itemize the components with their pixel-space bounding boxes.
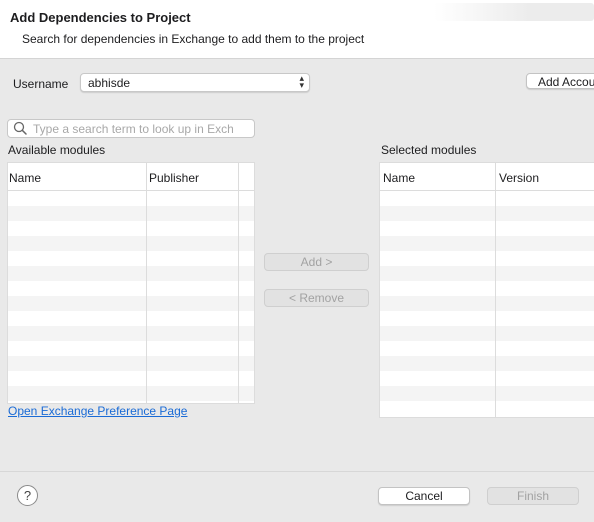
add-account-button[interactable]: Add Accou xyxy=(526,73,594,89)
table-row xyxy=(8,206,254,221)
table-row xyxy=(8,311,254,326)
username-value: abhisde xyxy=(88,76,131,90)
selected-modules-label: Selected modules xyxy=(381,143,477,157)
available-table-header: Name Publisher xyxy=(8,163,254,191)
table-row xyxy=(380,236,594,251)
table-row xyxy=(380,296,594,311)
table-row xyxy=(8,356,254,371)
available-rows xyxy=(8,191,254,401)
search-icon xyxy=(13,121,27,138)
table-row xyxy=(380,386,594,401)
table-row xyxy=(380,341,594,356)
remove-module-button[interactable]: < Remove xyxy=(264,289,369,307)
table-row xyxy=(8,371,254,386)
table-row xyxy=(380,191,594,206)
help-icon[interactable]: ? xyxy=(17,485,38,506)
table-row xyxy=(8,296,254,311)
column-divider xyxy=(238,163,239,403)
table-row xyxy=(380,221,594,236)
dialog-header: Add Dependencies to Project Search for d… xyxy=(0,0,594,59)
cancel-button[interactable]: Cancel xyxy=(378,487,470,505)
table-row xyxy=(380,251,594,266)
search-placeholder: Type a search term to look up in Excha xyxy=(33,122,233,136)
header-decoration xyxy=(434,3,594,21)
table-row xyxy=(8,236,254,251)
username-select[interactable]: abhisde ▴ ▾ xyxy=(80,73,310,92)
dialog-description: Search for dependencies in Exchange to a… xyxy=(22,32,365,46)
table-row xyxy=(380,326,594,341)
select-arrows-icon: ▴ ▾ xyxy=(299,73,304,90)
username-label: Username xyxy=(13,77,69,91)
dialog-title: Add Dependencies to Project xyxy=(10,10,191,25)
table-row xyxy=(8,386,254,401)
search-input[interactable]: Type a search term to look up in Excha xyxy=(7,119,255,138)
available-modules-label: Available modules xyxy=(8,143,106,157)
table-row xyxy=(8,191,254,206)
footer-separator xyxy=(0,471,594,472)
finish-button[interactable]: Finish xyxy=(487,487,579,505)
available-modules-table[interactable]: Name Publisher xyxy=(7,162,255,404)
selected-modules-table[interactable]: Name Version xyxy=(379,162,594,418)
table-row xyxy=(8,251,254,266)
table-row xyxy=(8,221,254,236)
open-exchange-preference-link[interactable]: Open Exchange Preference Page xyxy=(8,404,187,418)
table-row xyxy=(380,311,594,326)
selected-rows xyxy=(380,191,594,416)
selected-table-header: Name Version xyxy=(380,163,594,191)
table-row xyxy=(8,341,254,356)
table-row xyxy=(380,281,594,296)
column-divider xyxy=(495,163,496,417)
column-header-name[interactable]: Name xyxy=(383,171,415,185)
table-row xyxy=(8,326,254,341)
column-header-publisher[interactable]: Publisher xyxy=(149,171,199,185)
column-divider xyxy=(146,163,147,403)
table-row xyxy=(8,266,254,281)
table-row xyxy=(380,266,594,281)
table-row xyxy=(380,356,594,371)
column-header-version[interactable]: Version xyxy=(499,171,539,185)
add-module-button[interactable]: Add > xyxy=(264,253,369,271)
table-row xyxy=(8,281,254,296)
column-header-name[interactable]: Name xyxy=(9,171,41,185)
table-row xyxy=(380,206,594,221)
table-row xyxy=(380,401,594,416)
table-row xyxy=(380,371,594,386)
